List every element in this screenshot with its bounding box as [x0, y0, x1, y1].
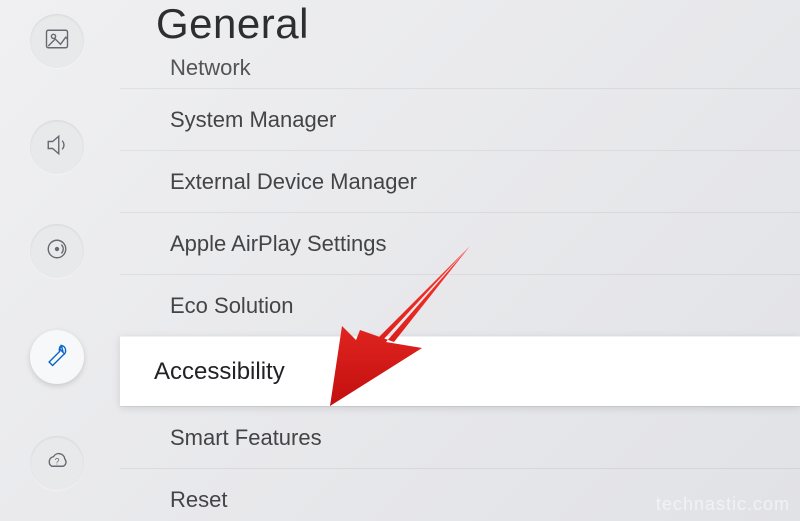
sidebar-item-picture[interactable] — [30, 14, 84, 68]
menu-item-external-device-manager[interactable]: External Device Manager — [120, 150, 800, 212]
sidebar-item-support[interactable]: ? — [30, 436, 84, 490]
settings-menu-list: Network System Manager External Device M… — [120, 48, 800, 521]
wrench-icon — [43, 341, 71, 374]
sidebar-item-sound[interactable] — [30, 120, 84, 174]
menu-item-system-manager[interactable]: System Manager — [120, 88, 800, 150]
sidebar-item-general[interactable] — [30, 330, 84, 384]
svg-text:?: ? — [55, 456, 60, 466]
menu-item-label: Reset — [170, 487, 227, 513]
menu-item-label: Eco Solution — [170, 293, 294, 319]
satellite-dish-icon — [43, 235, 71, 268]
menu-item-smart-features[interactable]: Smart Features — [120, 406, 800, 468]
settings-main-panel: General Network System Manager External … — [120, 0, 800, 521]
menu-item-accessibility[interactable]: Accessibility — [120, 336, 800, 406]
menu-item-label: External Device Manager — [170, 169, 417, 195]
menu-item-eco-solution[interactable]: Eco Solution — [120, 274, 800, 336]
menu-item-label: Smart Features — [170, 425, 322, 451]
page-title: General — [156, 0, 309, 48]
menu-item-network[interactable]: Network — [120, 48, 800, 88]
speaker-icon — [43, 131, 71, 164]
sidebar-item-broadcasting[interactable] — [30, 224, 84, 278]
menu-item-label: Apple AirPlay Settings — [170, 231, 386, 257]
settings-category-sidebar: ? — [0, 0, 100, 521]
support-cloud-icon: ? — [43, 447, 71, 480]
watermark: technastic.com — [656, 494, 790, 515]
menu-item-label: Network — [170, 55, 251, 81]
picture-icon — [43, 25, 71, 58]
menu-item-apple-airplay-settings[interactable]: Apple AirPlay Settings — [120, 212, 800, 274]
menu-item-label: System Manager — [170, 107, 336, 133]
menu-item-label: Accessibility — [154, 358, 285, 386]
